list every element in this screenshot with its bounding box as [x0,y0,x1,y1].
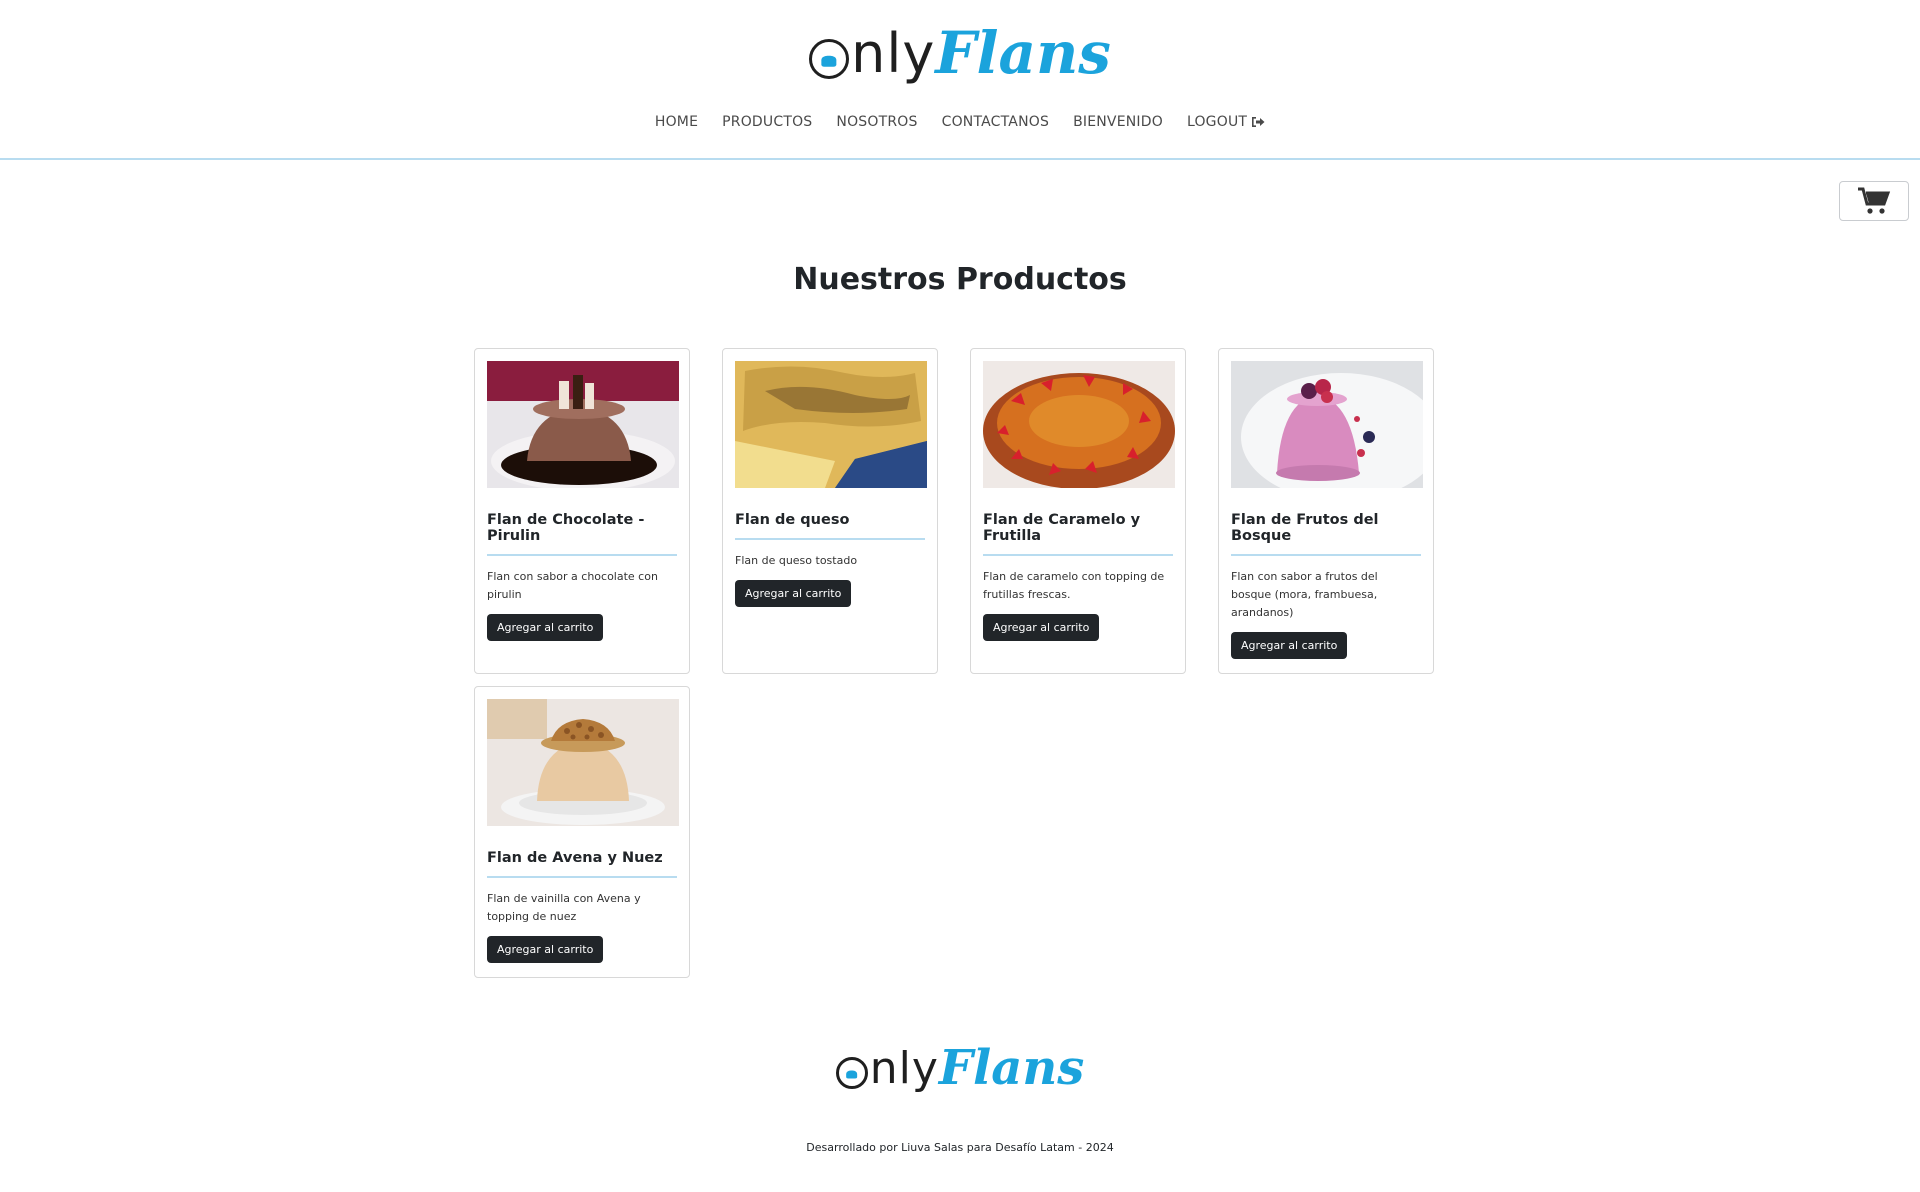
nav-item-logout[interactable]: LOGOUT [1187,114,1265,130]
nav-item-productos[interactable]: PRODUCTOS [722,114,812,130]
nav-item-home[interactable]: HOME [655,114,698,130]
site-footer: nly Flans Desarrollado por Liuva Salas p… [0,1030,1920,1180]
add-to-cart-button[interactable]: Agregar al carrito [983,614,1100,641]
product-description: Flan de vainilla con Avena y topping de … [487,892,641,923]
add-to-cart-button[interactable]: Agregar al carrito [487,614,604,641]
product-image-cheese-flan [735,361,927,488]
logo-text-flans: Flans [935,19,1111,87]
add-to-cart-button[interactable]: Agregar al carrito [735,580,852,607]
flan-logo-icon [835,1057,868,1089]
add-to-cart-button[interactable]: Agregar al carrito [487,936,604,963]
sign-out-icon [1251,116,1265,128]
product-grid: Flan de Chocolate - Pirulin Flan con sab… [474,348,1434,978]
flan-logo-icon [809,39,850,79]
product-title: Flan de Avena y Nuez [487,850,677,878]
shopping-cart-icon [1858,187,1891,214]
footer-logo: nly Flans [0,1038,1920,1098]
footer-credit: Desarrollado por Liuva Salas para Desafí… [806,1141,1114,1154]
product-title: Flan de Chocolate - Pirulin [487,512,677,556]
nav-item-nosotros[interactable]: NOSOTROS [836,114,917,130]
product-card: Flan de Chocolate - Pirulin Flan con sab… [474,348,690,674]
nav-item-bienvenido[interactable]: BIENVENIDO [1073,114,1163,130]
logo-text-only: nly [869,1042,939,1094]
product-description: Flan con sabor a chocolate con pirulin [487,570,658,601]
product-card: Flan de Caramelo y Frutilla Flan de cara… [970,348,1186,674]
product-card: Flan de Frutos del Bosque Flan con sabor… [1218,348,1434,674]
product-description: Flan con sabor a frutos del bosque (mora… [1231,570,1378,619]
product-card: Flan de queso Flan de queso tostado Agre… [722,348,938,674]
logo-text-flans: Flans [938,1040,1085,1096]
product-image-oat-nut-flan [487,699,679,826]
site-header: nly Flans HOME PRODUCTOS NOSOTROS CONTAC… [0,0,1920,160]
logo-text-only: nly [851,21,936,85]
cart-button[interactable] [1839,181,1909,221]
add-to-cart-button[interactable]: Agregar al carrito [1231,632,1348,659]
product-title: Flan de Frutos del Bosque [1231,512,1421,556]
page-title: Nuestros Productos [793,262,1127,297]
product-description: Flan de caramelo con topping de frutilla… [983,570,1165,601]
product-image-caramel-strawberry-flan [983,361,1175,488]
header-logo[interactable]: nly Flans [0,18,1920,88]
product-title: Flan de queso [735,512,925,540]
nav-item-contactanos[interactable]: CONTACTANOS [942,114,1049,130]
product-title: Flan de Caramelo y Frutilla [983,512,1173,556]
product-description: Flan de queso tostado [735,554,858,567]
product-card: Flan de Avena y Nuez Flan de vainilla co… [474,686,690,978]
main-nav: HOME PRODUCTOS NOSOTROS CONTACTANOS BIEN… [0,114,1920,130]
product-image-berry-flan [1231,361,1423,488]
nav-item-logout-label: LOGOUT [1186,114,1248,130]
product-image-chocolate-flan [487,361,679,488]
